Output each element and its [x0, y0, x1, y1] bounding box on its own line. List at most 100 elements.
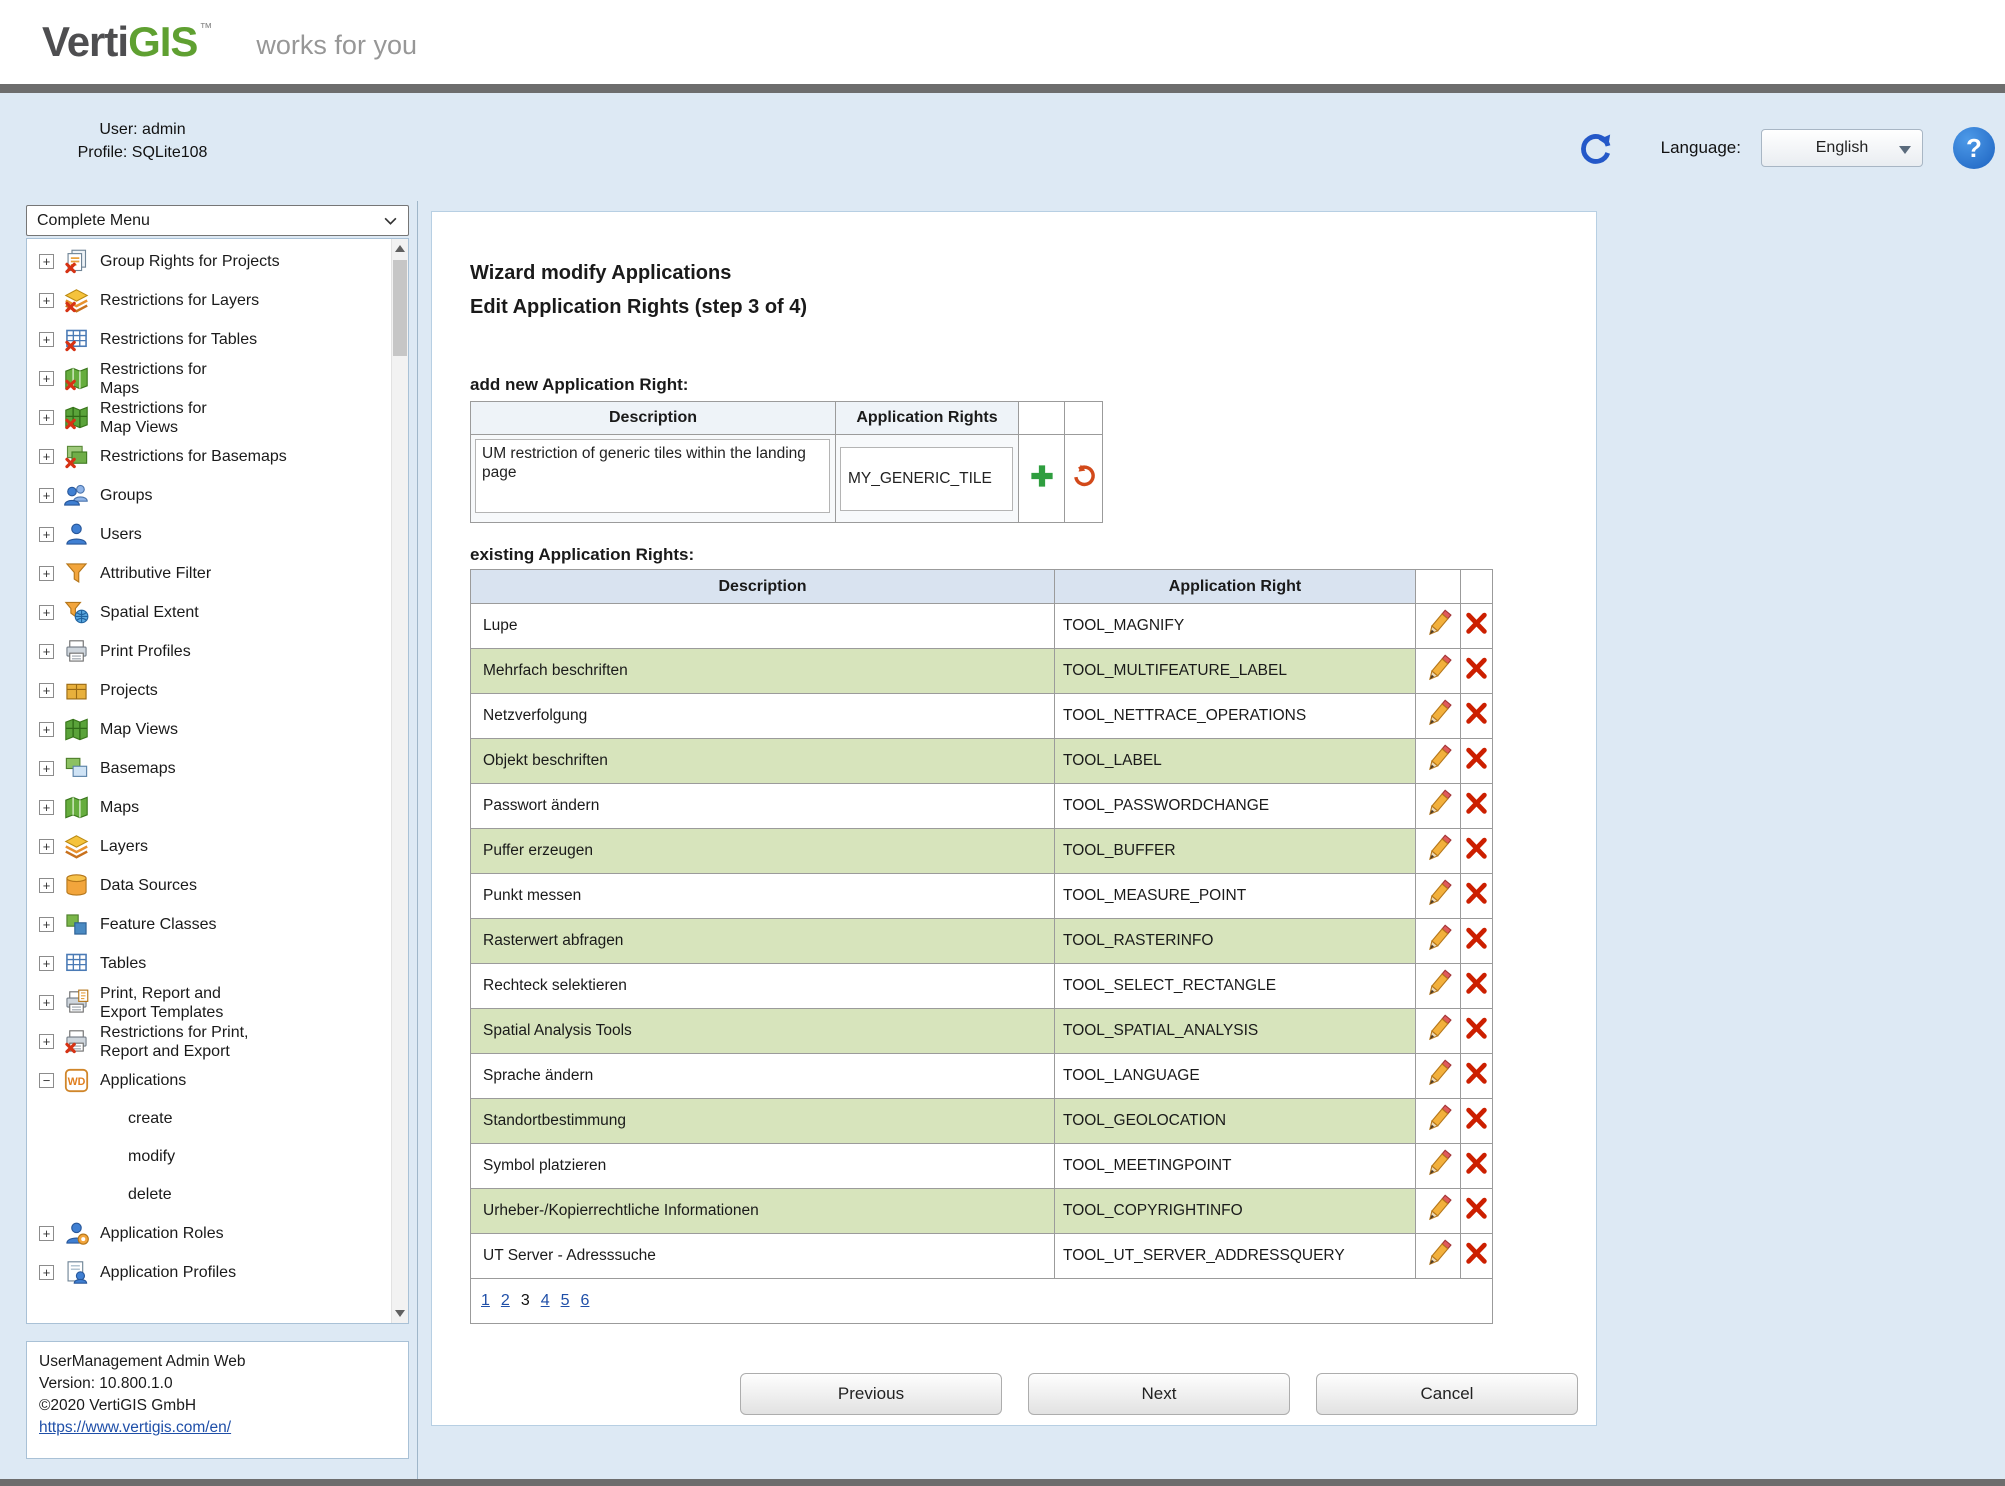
- delete-row-button[interactable]: [1463, 610, 1490, 637]
- expand-icon[interactable]: +: [39, 1226, 54, 1241]
- sidebar-item[interactable]: +Groups: [27, 476, 391, 515]
- expand-icon[interactable]: +: [39, 293, 54, 308]
- help-icon[interactable]: ?: [1953, 127, 1995, 169]
- add-right-button[interactable]: [1027, 461, 1057, 491]
- sidebar-item[interactable]: −WDApplications: [27, 1061, 391, 1100]
- expand-icon[interactable]: +: [39, 839, 54, 854]
- expand-icon[interactable]: +: [39, 566, 54, 581]
- next-button[interactable]: Next: [1028, 1373, 1290, 1415]
- sidebar-subitem[interactable]: modify: [27, 1138, 391, 1176]
- edit-row-button[interactable]: [1422, 1012, 1455, 1045]
- cancel-button[interactable]: Cancel: [1316, 1373, 1578, 1415]
- edit-row-button[interactable]: [1422, 1057, 1455, 1090]
- sidebar-item[interactable]: +Group Rights for Projects: [27, 242, 391, 281]
- sidebar-item[interactable]: +Layers: [27, 827, 391, 866]
- scroll-up-icon[interactable]: [392, 240, 408, 257]
- sidebar-item[interactable]: +Restrictions for Print, Report and Expo…: [27, 1022, 391, 1061]
- delete-row-button[interactable]: [1463, 790, 1490, 817]
- edit-row-button[interactable]: [1422, 967, 1455, 1000]
- expand-icon[interactable]: +: [39, 527, 54, 542]
- delete-row-button[interactable]: [1463, 1195, 1490, 1222]
- new-right-description-input[interactable]: UM restriction of generic tiles within t…: [475, 439, 830, 513]
- edit-row-button[interactable]: [1422, 1147, 1455, 1180]
- vertigis-link[interactable]: https://www.vertigis.com/en/: [39, 1419, 231, 1436]
- delete-row-button[interactable]: [1463, 835, 1490, 862]
- language-dropdown[interactable]: English: [1761, 129, 1923, 167]
- delete-row-button[interactable]: [1463, 1150, 1490, 1177]
- edit-row-button[interactable]: [1422, 1102, 1455, 1135]
- sidebar-item[interactable]: +Restrictions for Basemaps: [27, 437, 391, 476]
- edit-row-button[interactable]: [1422, 697, 1455, 730]
- sidebar-scrollbar[interactable]: [391, 239, 408, 1323]
- expand-icon[interactable]: +: [39, 371, 54, 386]
- previous-button[interactable]: Previous: [740, 1373, 1002, 1415]
- sidebar-item[interactable]: +Feature Classes: [27, 905, 391, 944]
- pagination-page-link[interactable]: 1: [481, 1292, 490, 1309]
- sidebar-item[interactable]: +Map Views: [27, 710, 391, 749]
- sidebar-item[interactable]: +Tables: [27, 944, 391, 983]
- undo-icon[interactable]: [1071, 463, 1097, 489]
- delete-row-button[interactable]: [1463, 655, 1490, 682]
- scrollbar-thumb[interactable]: [393, 260, 407, 356]
- delete-row-button[interactable]: [1463, 970, 1490, 997]
- delete-row-button[interactable]: [1463, 925, 1490, 952]
- expand-icon[interactable]: +: [39, 917, 54, 932]
- sidebar-item[interactable]: +Restrictions for Tables: [27, 320, 391, 359]
- expand-icon[interactable]: +: [39, 254, 54, 269]
- expand-icon[interactable]: +: [39, 878, 54, 893]
- edit-row-button[interactable]: [1422, 922, 1455, 955]
- delete-row-button[interactable]: [1463, 745, 1490, 772]
- expand-icon[interactable]: +: [39, 800, 54, 815]
- edit-row-button[interactable]: [1422, 652, 1455, 685]
- refresh-icon[interactable]: [1579, 131, 1613, 165]
- sidebar-item[interactable]: +Spatial Extent: [27, 593, 391, 632]
- edit-row-button[interactable]: [1422, 832, 1455, 865]
- sidebar-item[interactable]: +Application Profiles: [27, 1253, 391, 1292]
- expand-icon[interactable]: +: [39, 605, 54, 620]
- sidebar-item[interactable]: +Application Roles: [27, 1214, 391, 1253]
- sidebar-subitem[interactable]: delete: [27, 1176, 391, 1214]
- edit-row-button[interactable]: [1422, 877, 1455, 910]
- edit-row-button[interactable]: [1422, 607, 1455, 640]
- sidebar-item[interactable]: +Users: [27, 515, 391, 554]
- sidebar-item[interactable]: +Basemaps: [27, 749, 391, 788]
- pagination-page-link[interactable]: 4: [541, 1292, 550, 1309]
- delete-row-button[interactable]: [1463, 700, 1490, 727]
- expand-icon[interactable]: +: [39, 1034, 54, 1049]
- pagination-page-link[interactable]: 6: [581, 1292, 590, 1309]
- sidebar-item[interactable]: +Restrictions for Maps: [27, 359, 391, 398]
- menu-mode-select[interactable]: Complete Menu: [26, 205, 409, 236]
- sidebar-item[interactable]: +Restrictions for Layers: [27, 281, 391, 320]
- expand-icon[interactable]: +: [39, 683, 54, 698]
- expand-icon[interactable]: +: [39, 488, 54, 503]
- edit-row-button[interactable]: [1422, 1237, 1455, 1270]
- expand-icon[interactable]: +: [39, 449, 54, 464]
- delete-row-button[interactable]: [1463, 1015, 1490, 1042]
- collapse-icon[interactable]: −: [39, 1073, 54, 1088]
- expand-icon[interactable]: +: [39, 761, 54, 776]
- pagination-page-link[interactable]: 5: [561, 1292, 570, 1309]
- new-right-name-input[interactable]: [840, 447, 1013, 511]
- expand-icon[interactable]: +: [39, 332, 54, 347]
- delete-row-button[interactable]: [1463, 1105, 1490, 1132]
- expand-icon[interactable]: +: [39, 410, 54, 425]
- expand-icon[interactable]: +: [39, 644, 54, 659]
- expand-icon[interactable]: +: [39, 1265, 54, 1280]
- expand-icon[interactable]: +: [39, 956, 54, 971]
- pagination-page-link[interactable]: 2: [501, 1292, 510, 1309]
- sidebar-item[interactable]: +Data Sources: [27, 866, 391, 905]
- scroll-down-icon[interactable]: [392, 1305, 408, 1322]
- delete-row-button[interactable]: [1463, 1240, 1490, 1267]
- delete-row-button[interactable]: [1463, 1060, 1490, 1087]
- sidebar-item[interactable]: +Attributive Filter: [27, 554, 391, 593]
- delete-row-button[interactable]: [1463, 880, 1490, 907]
- edit-row-button[interactable]: [1422, 742, 1455, 775]
- edit-row-button[interactable]: [1422, 787, 1455, 820]
- expand-icon[interactable]: +: [39, 722, 54, 737]
- sidebar-item[interactable]: +Print, Report and Export Templates: [27, 983, 391, 1022]
- edit-row-button[interactable]: [1422, 1192, 1455, 1225]
- sidebar-item[interactable]: +Restrictions for Map Views: [27, 398, 391, 437]
- sidebar-subitem[interactable]: create: [27, 1100, 391, 1138]
- sidebar-item[interactable]: +Print Profiles: [27, 632, 391, 671]
- sidebar-item[interactable]: +Projects: [27, 671, 391, 710]
